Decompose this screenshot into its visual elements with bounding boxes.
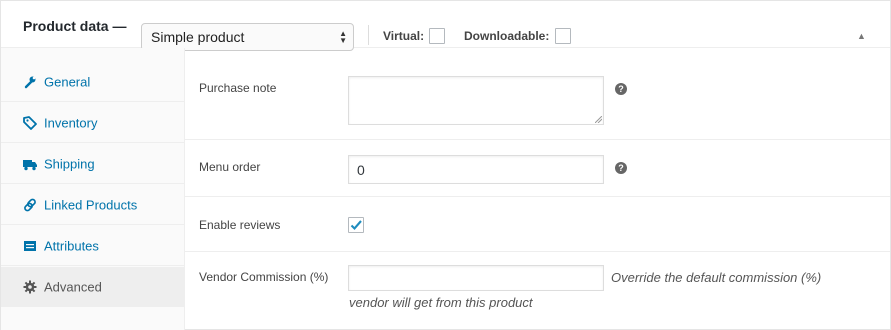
vendor-commission-description-cont: vendor will get from this product — [349, 295, 533, 310]
link-icon — [24, 198, 36, 211]
virtual-label: Virtual: — [383, 29, 425, 43]
enable-reviews-label: Enable reviews — [199, 218, 281, 232]
tab-label: Inventory — [44, 115, 98, 130]
tab-label: Attributes — [44, 238, 99, 253]
tab-attributes[interactable]: Attributes — [1, 226, 184, 266]
gear-icon — [23, 280, 37, 293]
enable-reviews-row: Enable reviews — [185, 197, 890, 252]
vendor-commission-input[interactable] — [348, 265, 604, 291]
menu-order-row: Menu order 0 ? — [185, 140, 890, 197]
checkmark-icon — [350, 220, 362, 231]
menu-order-label: Menu order — [199, 160, 261, 174]
tab-general[interactable]: General — [1, 62, 184, 102]
panel-title: Product data — — [23, 18, 127, 34]
collapse-toggle-icon[interactable]: ▲ — [857, 31, 866, 41]
list-icon — [24, 240, 36, 251]
help-tip-icon[interactable]: ? — [615, 162, 627, 174]
panel-header: Product data — Simple product ▲ ▼ Virtual… — [1, 1, 890, 51]
tab-label: General — [44, 74, 91, 89]
purchase-note-textarea[interactable] — [348, 76, 604, 125]
enable-reviews-checkbox[interactable] — [348, 217, 364, 233]
tab-label: Shipping — [44, 156, 95, 171]
tab-label: Linked Products — [44, 197, 138, 212]
tab-label: Advanced — [44, 279, 102, 294]
select-arrows-icon: ▲ ▼ — [339, 29, 347, 45]
vendor-commission-description: Override the default commission (%) — [611, 270, 822, 285]
virtual-checkbox[interactable] — [429, 28, 445, 44]
truck-icon — [23, 159, 37, 170]
help-tip-icon[interactable]: ? — [615, 83, 627, 95]
resize-handle-icon[interactable] — [595, 116, 602, 123]
tag-icon — [23, 115, 37, 130]
header-divider — [368, 25, 369, 45]
purchase-note-row: Purchase note ? — [185, 62, 890, 140]
tab-shipping[interactable]: Shipping — [1, 144, 184, 184]
tab-linked-products[interactable]: Linked Products — [1, 185, 184, 225]
tab-advanced[interactable]: Advanced — [1, 267, 184, 307]
tab-inventory[interactable]: Inventory — [1, 103, 184, 143]
wrench-icon — [24, 76, 36, 88]
vendor-commission-row: Vendor Commission (%) Override the defau… — [185, 252, 890, 330]
product-data-tabs: General Inventory Shipping Linked Produc… — [1, 48, 185, 330]
menu-order-value: 0 — [357, 161, 365, 178]
product-type-value: Simple product — [151, 29, 245, 45]
downloadable-checkbox[interactable] — [555, 28, 571, 44]
downloadable-label: Downloadable: — [464, 29, 550, 43]
menu-order-input[interactable]: 0 — [348, 155, 604, 184]
vendor-commission-label: Vendor Commission (%) — [199, 270, 329, 284]
product-data-panel: Product data — Simple product ▲ ▼ Virtual… — [0, 0, 891, 330]
purchase-note-label: Purchase note — [199, 81, 277, 95]
product-type-select[interactable]: Simple product ▲ ▼ — [141, 23, 354, 51]
